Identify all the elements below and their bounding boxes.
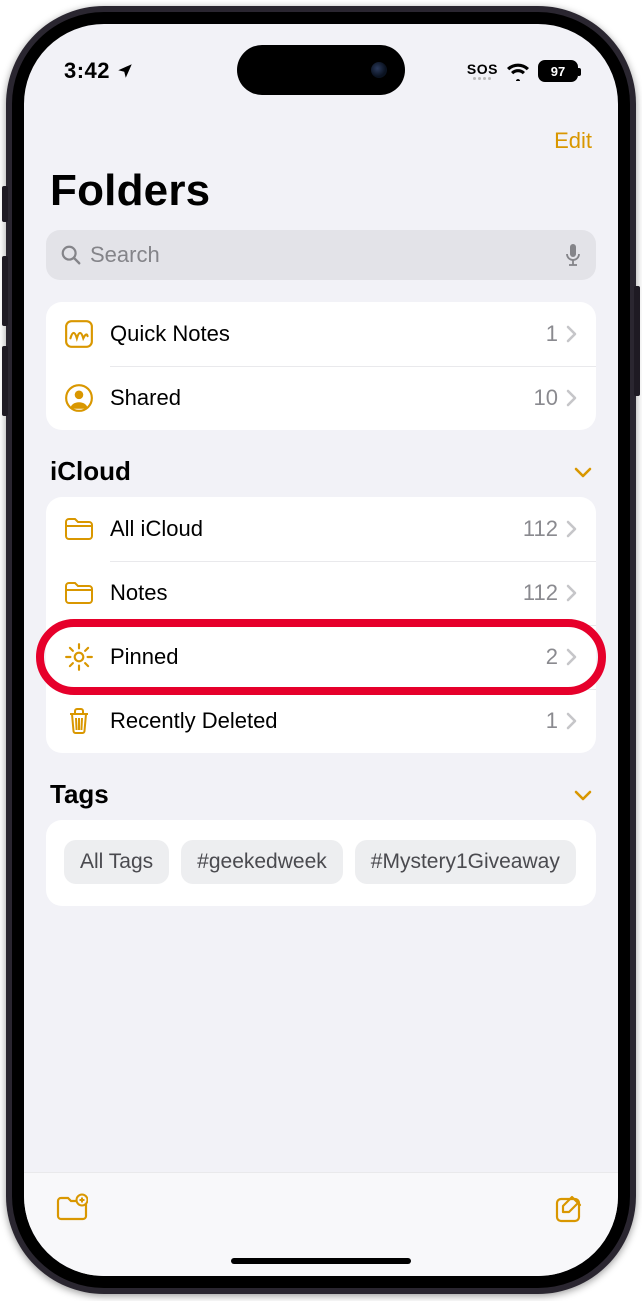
chevron-right-icon — [566, 325, 578, 343]
chevron-right-icon — [566, 648, 578, 666]
nav-bar: Edit — [24, 110, 618, 162]
folder-count: 112 — [523, 580, 558, 606]
status-time: 3:42 — [64, 58, 110, 84]
dynamic-island — [237, 45, 405, 95]
trash-icon — [64, 706, 94, 736]
smart-folders-card: Quick Notes 1 Shared 10 — [46, 302, 596, 430]
folder-label: Notes — [110, 580, 523, 606]
chevron-right-icon — [566, 389, 578, 407]
screen: 3:42 SOS 97 Edit Folder — [12, 12, 630, 1288]
folder-label: Quick Notes — [110, 321, 546, 347]
app-content: Edit Folders Search Quick Notes 1 — [24, 24, 618, 1276]
tags-card: All Tags #geekedweek #Mystery1Giveaway — [46, 820, 596, 906]
battery-indicator: 97 — [538, 60, 578, 82]
section-title: Tags — [50, 779, 109, 810]
new-folder-button[interactable] — [56, 1193, 88, 1223]
folder-label: Pinned — [110, 644, 546, 670]
front-camera — [371, 62, 387, 78]
folder-count: 2 — [546, 644, 558, 670]
home-indicator[interactable] — [231, 1258, 411, 1264]
folder-row-notes[interactable]: Notes 112 — [46, 561, 596, 625]
folder-icon — [64, 514, 94, 544]
search-placeholder: Search — [90, 242, 556, 268]
search-field[interactable]: Search — [46, 230, 596, 280]
volume-down-button — [2, 346, 8, 416]
page-title: Folders — [24, 162, 618, 230]
tag-chip[interactable]: #geekedweek — [181, 840, 343, 884]
search-icon — [60, 244, 82, 266]
tag-chip[interactable]: #Mystery1Giveaway — [355, 840, 576, 884]
chevron-down-icon — [574, 466, 592, 478]
power-button — [634, 286, 640, 396]
folder-label: All iCloud — [110, 516, 523, 542]
location-icon — [116, 62, 134, 80]
folder-count: 1 — [546, 321, 558, 347]
folder-row-shared[interactable]: Shared 10 — [46, 366, 596, 430]
chevron-right-icon — [566, 520, 578, 538]
chevron-down-icon — [574, 789, 592, 801]
section-header-icloud[interactable]: iCloud — [24, 456, 618, 497]
chevron-right-icon — [566, 584, 578, 602]
icloud-folders-card: All iCloud 112 Notes 112 — [46, 497, 596, 753]
chevron-right-icon — [566, 712, 578, 730]
folder-icon — [64, 578, 94, 608]
sos-indicator: SOS — [467, 62, 498, 80]
wifi-icon — [506, 61, 530, 81]
folder-row-pinned[interactable]: Pinned 2 — [46, 625, 596, 689]
dictate-icon[interactable] — [564, 243, 582, 267]
section-header-tags[interactable]: Tags — [24, 779, 618, 820]
tag-chip[interactable]: All Tags — [64, 840, 169, 884]
folder-label: Recently Deleted — [110, 708, 546, 734]
device-frame: 3:42 SOS 97 Edit Folder — [6, 6, 636, 1294]
gear-icon — [64, 642, 94, 672]
edit-button[interactable]: Edit — [554, 128, 592, 154]
folder-row-recently-deleted[interactable]: Recently Deleted 1 — [46, 689, 596, 753]
quicknote-icon — [64, 319, 94, 349]
folder-count: 112 — [523, 516, 558, 542]
folder-count: 10 — [534, 385, 558, 411]
folder-count: 1 — [546, 708, 558, 734]
folder-label: Shared — [110, 385, 534, 411]
volume-up-button — [2, 256, 8, 326]
folder-row-quicknotes[interactable]: Quick Notes 1 — [46, 302, 596, 366]
compose-button[interactable] — [554, 1193, 586, 1223]
section-title: iCloud — [50, 456, 131, 487]
folder-row-all-icloud[interactable]: All iCloud 112 — [46, 497, 596, 561]
silence-switch — [2, 186, 8, 222]
shared-icon — [64, 383, 94, 413]
